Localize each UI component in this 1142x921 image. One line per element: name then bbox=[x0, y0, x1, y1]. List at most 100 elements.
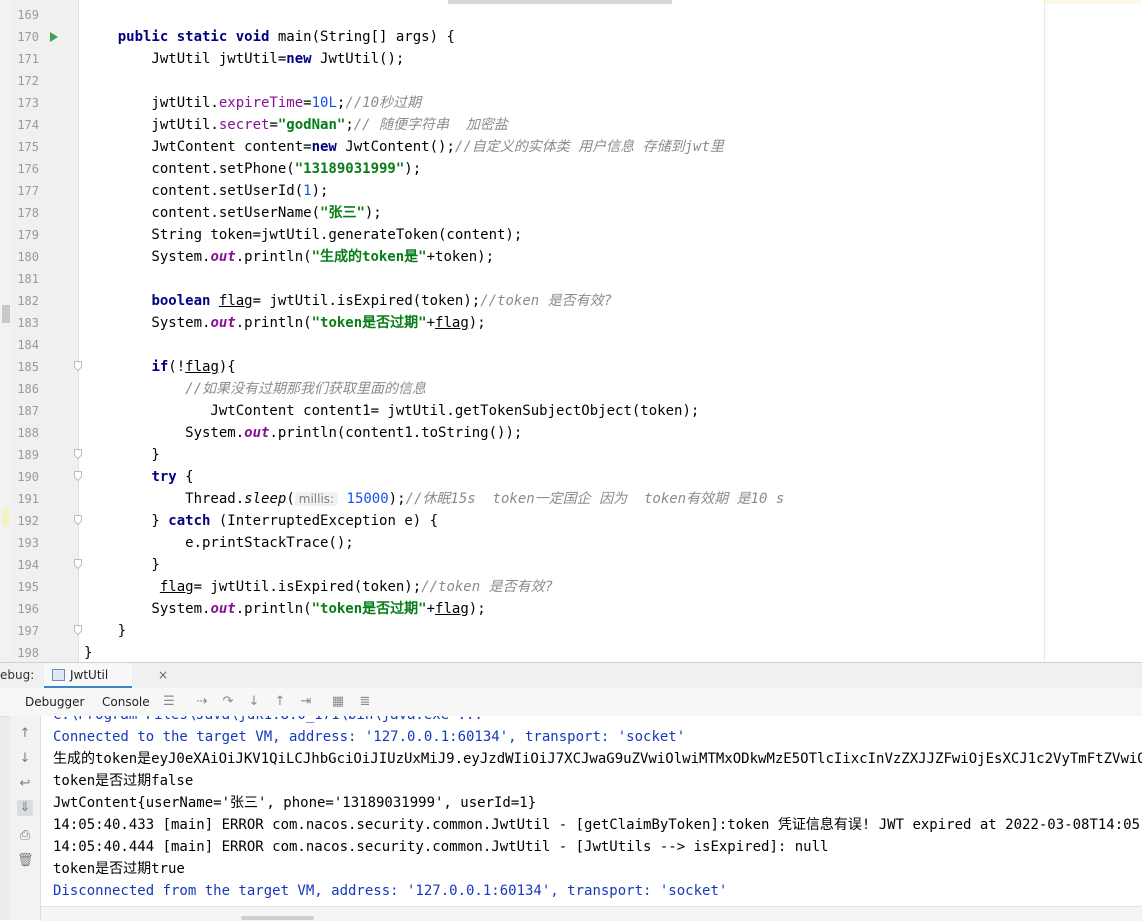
code-text[interactable]: } bbox=[84, 444, 160, 466]
code-line[interactable]: 183 System.out.println("token是否过期"+flag)… bbox=[0, 312, 1044, 334]
code-text[interactable]: content.setUserId(1); bbox=[84, 180, 328, 202]
code-text[interactable]: Thread.sleep(millis: 15000);//休眠15s toke… bbox=[84, 488, 784, 510]
code-token: 1 bbox=[303, 183, 312, 199]
code-line[interactable]: 192 } catch (InterruptedException e) { bbox=[0, 510, 1044, 532]
step-out-icon[interactable]: ↑ bbox=[272, 694, 288, 710]
code-line[interactable]: 186 //如果没有过期那我们获取里面的信息 bbox=[0, 378, 1044, 400]
code-line[interactable]: 185 if(!flag){ bbox=[0, 356, 1044, 378]
code-text[interactable]: try { bbox=[84, 466, 193, 488]
code-line[interactable]: 188 System.out.println(content1.toString… bbox=[0, 422, 1044, 444]
code-text[interactable]: JwtUtil jwtUtil=new JwtUtil(); bbox=[84, 48, 404, 70]
code-editor[interactable]: 169 170 public static void main(String[] … bbox=[0, 0, 1142, 662]
code-line[interactable]: 184 bbox=[0, 334, 1044, 356]
code-line[interactable]: 198} bbox=[0, 642, 1044, 662]
code-text[interactable]: System.out.println(content1.toString()); bbox=[84, 422, 522, 444]
code-line[interactable]: 187 JwtContent content1= jwtUtil.getToke… bbox=[0, 400, 1044, 422]
code-text[interactable]: boolean flag= jwtUtil.isExpired(token);/… bbox=[84, 290, 612, 312]
code-token: e.printStackTrace(); bbox=[84, 535, 354, 551]
code-line[interactable]: 191 Thread.sleep(millis: 15000);//休眠15s … bbox=[0, 488, 1044, 510]
code-text[interactable]: JwtContent content=new JwtContent();//自定… bbox=[84, 136, 723, 158]
evaluate-expression-icon[interactable]: ▦ bbox=[330, 694, 346, 710]
code-comment: //token 是否有效? bbox=[421, 579, 554, 595]
fold-marker-icon[interactable] bbox=[74, 449, 82, 459]
code-text[interactable]: jwtUtil.secret="godNan";// 随便字符串 加密盐 bbox=[84, 114, 507, 136]
right-margin-highlight bbox=[1045, 0, 1142, 4]
tab-jwtutil[interactable]: JwtUtil × bbox=[44, 663, 168, 689]
line-number: 187 bbox=[17, 404, 39, 418]
code-line[interactable]: 190 try { bbox=[0, 466, 1044, 488]
code-line[interactable]: 172 bbox=[0, 70, 1044, 92]
code-text[interactable]: } catch (InterruptedException e) { bbox=[84, 510, 438, 532]
code-text[interactable]: e.printStackTrace(); bbox=[84, 532, 354, 554]
code-text[interactable]: } bbox=[84, 642, 92, 662]
line-number: 189 bbox=[17, 448, 39, 462]
clear-all-icon[interactable]: 🗑 bbox=[17, 853, 34, 869]
up-arrow-icon[interactable]: ↑ bbox=[17, 726, 33, 742]
code-line[interactable]: 196 System.out.println("token是否过期"+flag)… bbox=[0, 598, 1044, 620]
fold-marker-icon[interactable] bbox=[74, 515, 82, 525]
code-line[interactable]: 175 JwtContent content=new JwtContent();… bbox=[0, 136, 1044, 158]
code-token: } bbox=[84, 447, 160, 463]
code-line[interactable]: 194 } bbox=[0, 554, 1044, 576]
fold-marker-icon[interactable] bbox=[74, 625, 82, 635]
code-text[interactable]: } bbox=[84, 554, 159, 576]
fold-marker-icon[interactable] bbox=[74, 361, 82, 371]
code-text[interactable]: jwtUtil.expireTime=10L;//10秒过期 bbox=[84, 92, 421, 114]
code-text[interactable]: public static void main(String[] args) { bbox=[84, 26, 455, 48]
run-config-icon bbox=[52, 669, 65, 681]
code-line[interactable]: 182 boolean flag= jwtUtil.isExpired(toke… bbox=[0, 290, 1044, 312]
code-line[interactable]: 169 bbox=[0, 4, 1044, 26]
console-horizontal-scrollbar[interactable] bbox=[41, 906, 1142, 921]
layout-menu-icon[interactable]: ☰ bbox=[161, 694, 177, 710]
code-text[interactable]: JwtContent content1= jwtUtil.getTokenSub… bbox=[84, 400, 699, 422]
scroll-to-end-icon[interactable]: ⇓ bbox=[17, 800, 33, 816]
fold-marker-icon[interactable] bbox=[74, 471, 82, 481]
code-line[interactable]: 195 flag= jwtUtil.isExpired(token);//tok… bbox=[0, 576, 1044, 598]
code-text[interactable]: content.setPhone("13189031999"); bbox=[84, 158, 421, 180]
run-to-cursor-icon[interactable]: ⇥ bbox=[298, 694, 314, 710]
console-output[interactable]: C:\Program Files\Java\jdk1.8.0_171\bin\j… bbox=[41, 716, 1142, 906]
code-text[interactable]: content.setUserName("张三"); bbox=[84, 202, 382, 224]
tab-debugger[interactable]: Debugger bbox=[25, 695, 84, 709]
code-line[interactable]: 181 bbox=[0, 268, 1044, 290]
code-line[interactable]: 193 e.printStackTrace(); bbox=[0, 532, 1044, 554]
code-line[interactable]: 176 content.setPhone("13189031999"); bbox=[0, 158, 1044, 180]
soft-wrap-icon[interactable]: ↩ bbox=[17, 776, 33, 792]
code-text[interactable]: System.out.println("生成的token是"+token); bbox=[84, 246, 494, 268]
code-line[interactable]: 197 } bbox=[0, 620, 1044, 642]
line-number: 169 bbox=[17, 8, 39, 22]
code-line[interactable]: 179 String token=jwtUtil.generateToken(c… bbox=[0, 224, 1044, 246]
step-over-icon[interactable]: ↷ bbox=[220, 694, 236, 710]
code-line[interactable]: 174 jwtUtil.secret="godNan";// 随便字符串 加密盐 bbox=[0, 114, 1044, 136]
code-text[interactable]: System.out.println("token是否过期"+flag); bbox=[84, 312, 485, 334]
code-token: (! bbox=[168, 359, 186, 375]
code-token: "13189031999" bbox=[294, 161, 405, 177]
step-into-icon[interactable]: ↓ bbox=[246, 694, 262, 710]
fold-marker-icon[interactable] bbox=[74, 559, 82, 569]
code-line[interactable]: 189 } bbox=[0, 444, 1044, 466]
code-token: ; bbox=[345, 117, 354, 133]
tab-console[interactable]: Console bbox=[102, 695, 150, 709]
code-line[interactable]: 173 jwtUtil.expireTime=10L;//10秒过期 bbox=[0, 92, 1044, 114]
trace-current-stream-icon[interactable]: ≣ bbox=[357, 694, 373, 710]
code-line[interactable]: 178 content.setUserName("张三"); bbox=[0, 202, 1044, 224]
down-arrow-icon[interactable]: ↓ bbox=[17, 751, 33, 767]
code-line[interactable]: 171 JwtUtil jwtUtil=new JwtUtil(); bbox=[0, 48, 1044, 70]
code-token: ){ bbox=[218, 359, 236, 375]
run-gutter-icon[interactable] bbox=[49, 31, 59, 43]
close-icon[interactable]: × bbox=[158, 668, 168, 682]
code-text[interactable]: System.out.println("token是否过期"+flag); bbox=[84, 598, 485, 620]
code-token: ); bbox=[364, 205, 382, 221]
code-text[interactable]: if(!flag){ bbox=[84, 356, 236, 378]
show-execution-point-icon[interactable]: ⇢ bbox=[194, 694, 210, 710]
code-line[interactable]: 177 content.setUserId(1); bbox=[0, 180, 1044, 202]
print-icon[interactable]: ⎙ bbox=[17, 828, 33, 844]
code-token: JwtUtil jwtUtil= bbox=[84, 51, 287, 67]
code-line[interactable]: 180 System.out.println("生成的token是"+token… bbox=[0, 246, 1044, 268]
code-line[interactable]: 170 public static void main(String[] arg… bbox=[0, 26, 1044, 48]
scrollbar-thumb[interactable] bbox=[241, 916, 314, 920]
code-text[interactable]: String token=jwtUtil.generateToken(conte… bbox=[84, 224, 522, 246]
code-text[interactable]: flag= jwtUtil.isExpired(token);//token 是… bbox=[84, 576, 553, 598]
code-text[interactable]: } bbox=[84, 620, 126, 642]
code-text[interactable]: //如果没有过期那我们获取里面的信息 bbox=[84, 378, 426, 400]
